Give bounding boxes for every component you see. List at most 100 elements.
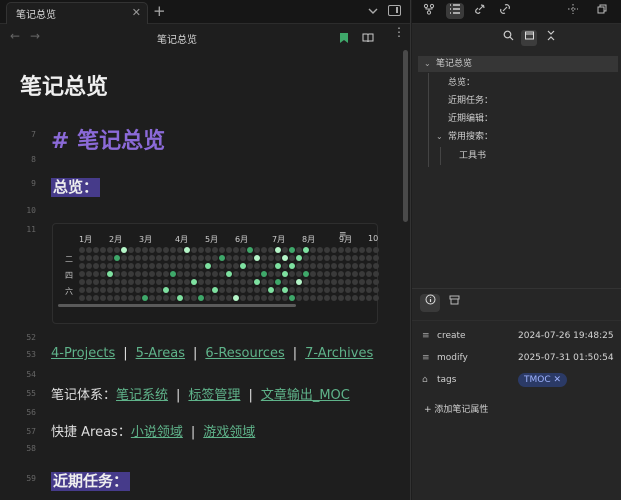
heatmap-cell[interactable] — [247, 271, 253, 277]
heatmap-cell[interactable] — [163, 271, 169, 277]
property-row-modify[interactable]: ≡ modify 2025-07-31 01:50:54 — [412, 349, 621, 369]
heatmap-cell[interactable] — [170, 295, 176, 301]
heatmap-cell[interactable] — [359, 287, 365, 293]
heatmap-cell[interactable] — [93, 287, 99, 293]
heatmap-cell[interactable] — [135, 255, 141, 261]
property-row-tags[interactable]: ⌂ tags TMOC ✕ — [412, 371, 621, 391]
heatmap-cell[interactable] — [240, 263, 246, 269]
heatmap-cell[interactable] — [261, 271, 267, 277]
heatmap-cell[interactable] — [268, 287, 274, 293]
heatmap-cell[interactable] — [366, 287, 372, 293]
heatmap-cell[interactable] — [114, 271, 120, 277]
toggle-sidebar-icon[interactable] — [388, 5, 401, 16]
heatmap-cell[interactable] — [79, 287, 85, 293]
heatmap-cell[interactable] — [205, 295, 211, 301]
heatmap-cell[interactable] — [107, 263, 113, 269]
heatmap-cell[interactable] — [345, 263, 351, 269]
heatmap-cell[interactable] — [121, 287, 127, 293]
heading-1[interactable]: # 笔记总览 — [51, 123, 165, 155]
search-icon[interactable] — [500, 30, 516, 46]
heatmap-cell[interactable] — [268, 279, 274, 285]
heatmap-cell[interactable] — [247, 247, 253, 253]
heatmap-cell[interactable] — [331, 295, 337, 301]
heatmap-scrollbar[interactable] — [58, 304, 296, 307]
heatmap-cell[interactable] — [184, 263, 190, 269]
editor-scrollbar[interactable] — [403, 50, 408, 222]
heatmap-cell[interactable] — [345, 279, 351, 285]
heatmap-cell[interactable] — [233, 279, 239, 285]
heatmap-cell[interactable] — [142, 295, 148, 301]
heatmap-cell[interactable] — [289, 287, 295, 293]
heatmap-cell[interactable] — [198, 295, 204, 301]
heatmap-cell[interactable] — [212, 287, 218, 293]
heatmap-cell[interactable] — [317, 271, 323, 277]
backlinks-icon[interactable] — [471, 3, 489, 19]
link-archives[interactable]: 7-Archives — [305, 346, 373, 361]
heatmap-cell[interactable] — [282, 263, 288, 269]
heatmap-cell[interactable] — [79, 271, 85, 277]
heatmap-cell[interactable] — [107, 247, 113, 253]
heatmap-cell[interactable] — [184, 287, 190, 293]
heatmap-cell[interactable] — [198, 263, 204, 269]
heatmap-cell[interactable] — [100, 279, 106, 285]
heatmap-cell[interactable] — [373, 271, 379, 277]
heatmap-cell[interactable] — [219, 247, 225, 253]
heatmap-cell[interactable] — [100, 247, 106, 253]
heatmap-cell[interactable] — [100, 271, 106, 277]
heatmap-cell[interactable] — [170, 271, 176, 277]
heatmap-cell[interactable] — [184, 247, 190, 253]
heatmap-cell[interactable] — [163, 255, 169, 261]
heatmap-cell[interactable] — [163, 247, 169, 253]
heatmap-cell[interactable] — [240, 255, 246, 261]
heatmap-cell[interactable] — [121, 255, 127, 261]
heatmap-cell[interactable] — [156, 287, 162, 293]
heatmap-cell[interactable] — [177, 279, 183, 285]
outline-item-overview[interactable]: 总览： — [448, 75, 475, 91]
heatmap-cell[interactable] — [261, 279, 267, 285]
heatmap-cell[interactable] — [205, 279, 211, 285]
heatmap-cell[interactable] — [233, 247, 239, 253]
heatmap-cell[interactable] — [240, 295, 246, 301]
heatmap-cell[interactable] — [275, 255, 281, 261]
heatmap-cell[interactable] — [93, 295, 99, 301]
heatmap-cell[interactable] — [93, 271, 99, 277]
heatmap-cell[interactable] — [100, 295, 106, 301]
heatmap-cell[interactable] — [198, 287, 204, 293]
heatmap-cell[interactable] — [142, 271, 148, 277]
heatmap-cell[interactable] — [324, 255, 330, 261]
heatmap-cell[interactable] — [114, 263, 120, 269]
heatmap-cell[interactable] — [226, 279, 232, 285]
heatmap-cell[interactable] — [289, 247, 295, 253]
heatmap-cell[interactable] — [282, 271, 288, 277]
heatmap-cell[interactable] — [156, 255, 162, 261]
heatmap-cell[interactable] — [114, 247, 120, 253]
heatmap-cell[interactable] — [163, 287, 169, 293]
heatmap-cell[interactable] — [233, 255, 239, 261]
heatmap-cell[interactable] — [163, 295, 169, 301]
heatmap-cell[interactable] — [212, 255, 218, 261]
heatmap-cell[interactable] — [156, 247, 162, 253]
property-value[interactable]: 2024-07-26 19:48:25 — [518, 331, 614, 341]
heatmap-cell[interactable] — [352, 287, 358, 293]
heatmap-cell[interactable] — [345, 271, 351, 277]
heatmap-cell[interactable] — [240, 247, 246, 253]
heatmap-cell[interactable] — [331, 255, 337, 261]
heatmap-cell[interactable] — [352, 271, 358, 277]
heatmap-cell[interactable] — [338, 271, 344, 277]
heatmap-cell[interactable] — [184, 271, 190, 277]
heatmap-cell[interactable] — [93, 263, 99, 269]
reading-view-icon[interactable] — [362, 33, 374, 43]
heatmap-cell[interactable] — [338, 279, 344, 285]
heatmap-cell[interactable] — [324, 287, 330, 293]
outline-item-recent-tasks[interactable]: 近期任务： — [448, 93, 493, 109]
heatmap-cell[interactable] — [331, 271, 337, 277]
heatmap-cell[interactable] — [219, 255, 225, 261]
heatmap-cell[interactable] — [324, 247, 330, 253]
outgoing-links-icon[interactable] — [496, 3, 514, 19]
heatmap-cell[interactable] — [373, 295, 379, 301]
heatmap-cell[interactable] — [254, 247, 260, 253]
heatmap-cell[interactable] — [268, 263, 274, 269]
chevron-down-icon[interactable] — [366, 4, 380, 18]
heatmap-cell[interactable] — [310, 263, 316, 269]
link-article-output-moc[interactable]: 文章输出_MOC — [261, 388, 350, 403]
